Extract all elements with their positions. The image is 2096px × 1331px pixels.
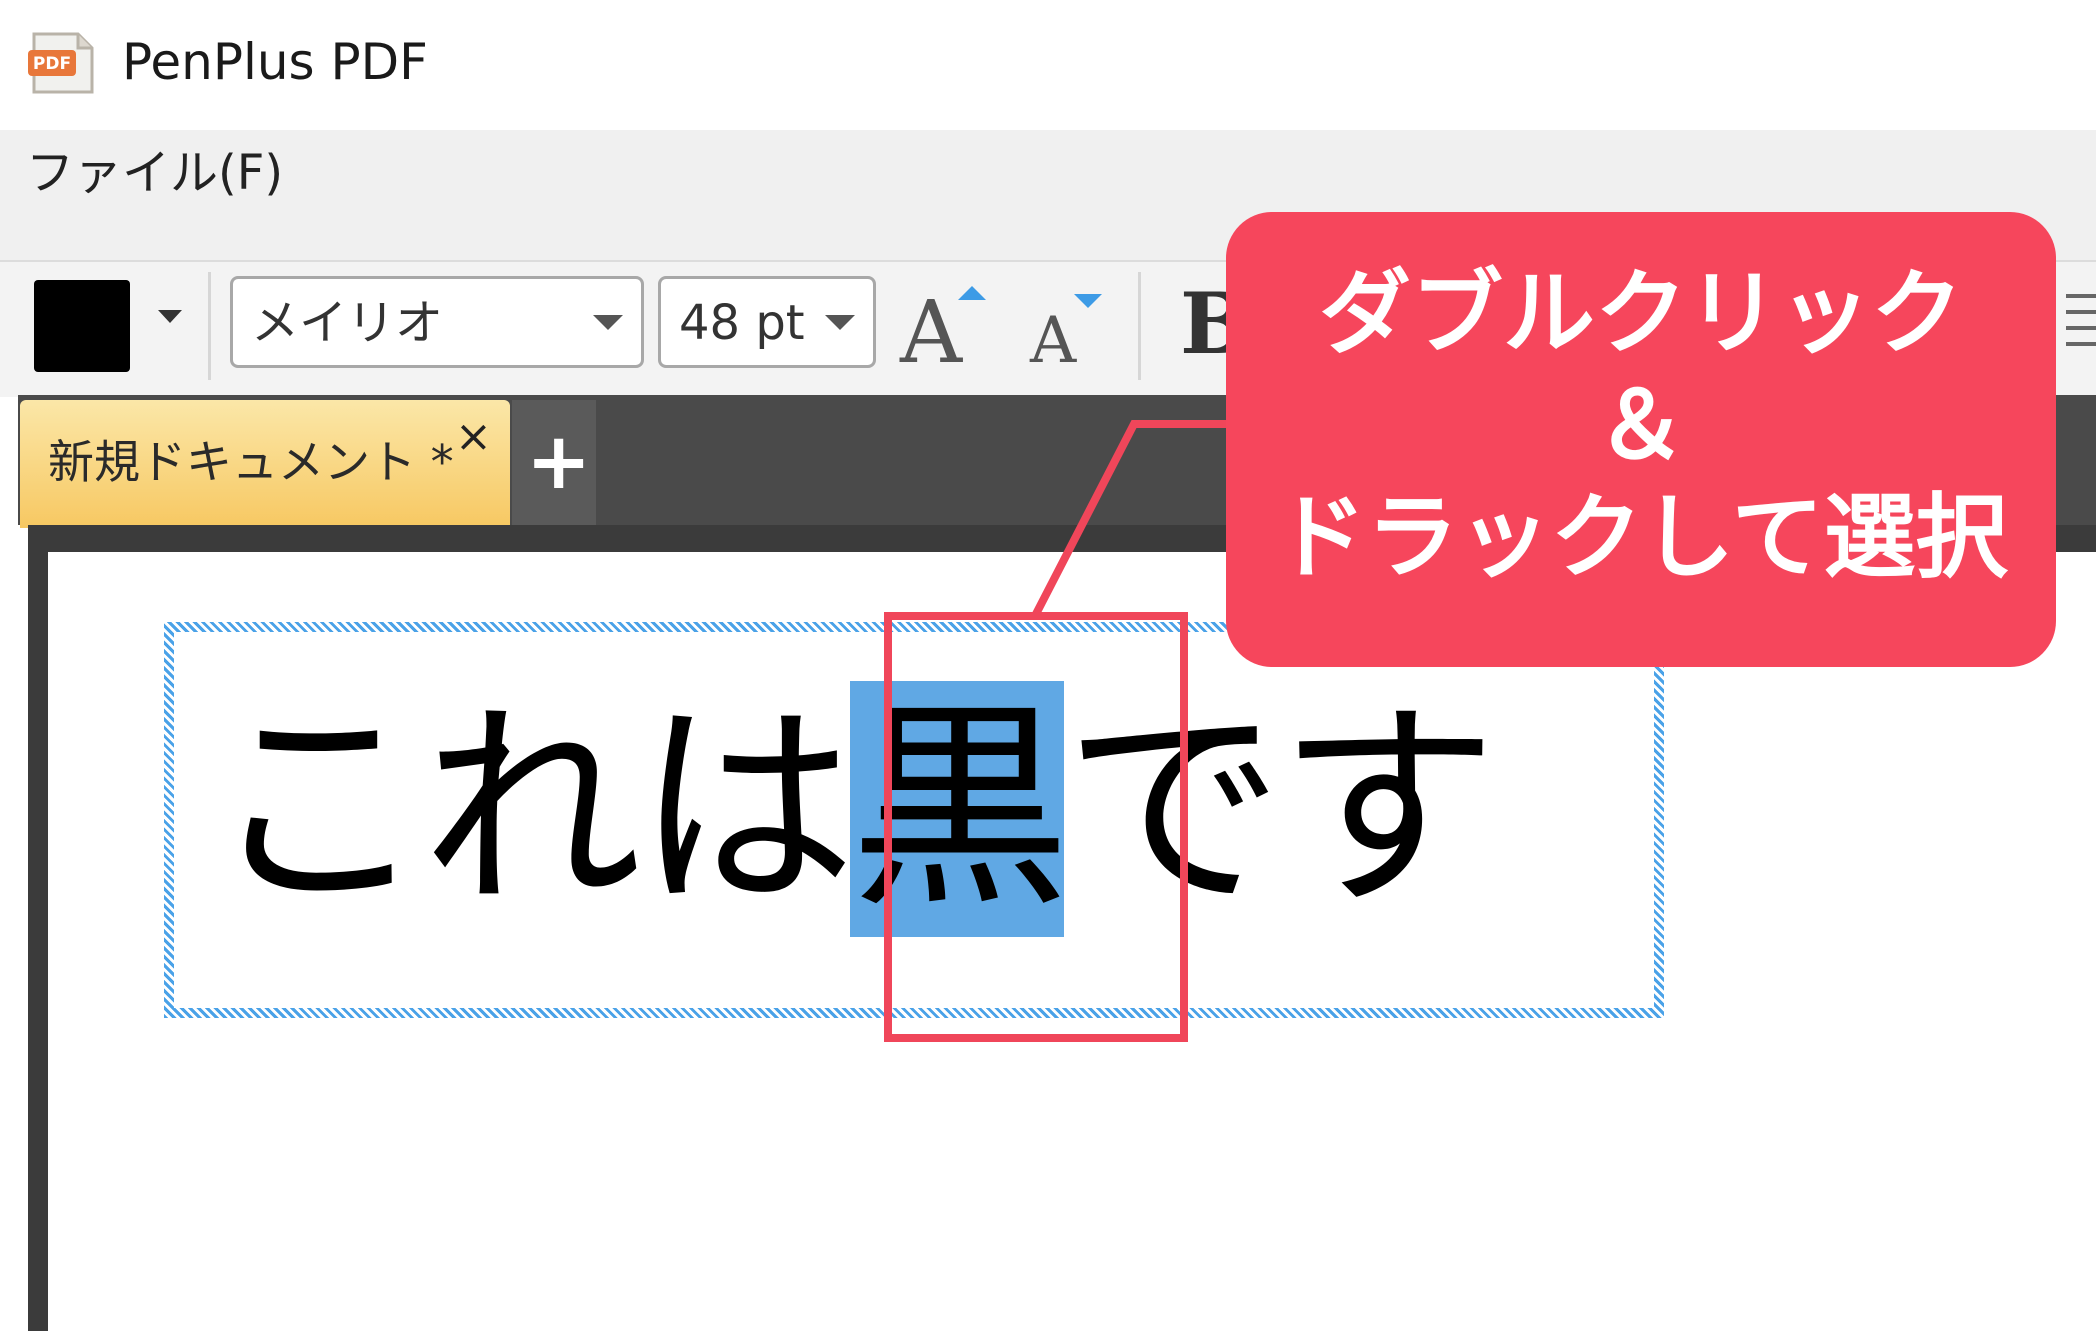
instruction-callout: ダブルクリック ＆ ドラックして選択 [1226,212,2056,667]
callout-line-2: ＆ [1594,372,1687,479]
callout-line-3: ドラックして選択 [1274,484,2008,591]
callout-line-1: ダブルクリック [1318,260,1963,367]
